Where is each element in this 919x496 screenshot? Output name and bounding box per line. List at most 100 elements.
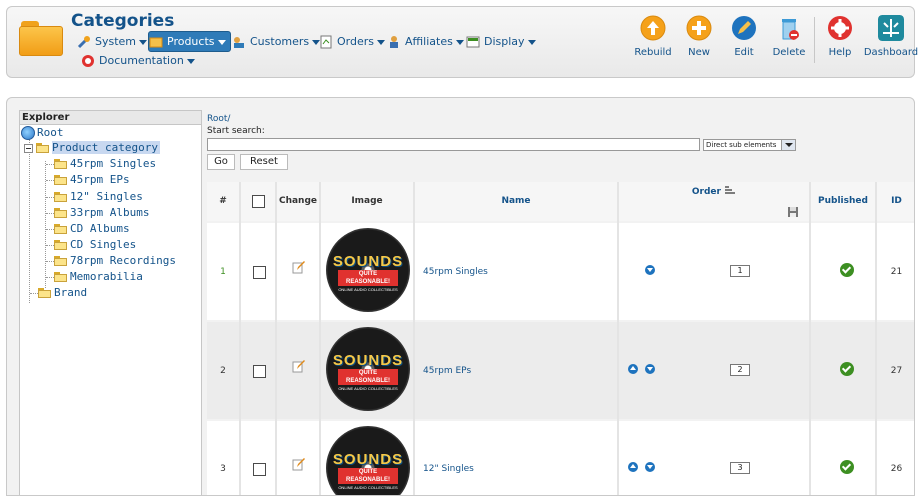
category-image: SOUNDS QUITE REASONABLE! ONLINE AUDIO COLL… [326,228,410,312]
tree-item-12-singles[interactable]: 12" Singles [54,189,143,204]
tree-item-cd-albums[interactable]: CD Albums [54,221,130,236]
breadcrumb[interactable]: Root/ [207,114,230,124]
menu-orders[interactable]: Orders [319,32,385,52]
page-title: Categories [71,11,175,31]
order-input[interactable]: 1 [730,265,750,277]
edit-icon[interactable] [292,457,306,471]
pencil-icon [732,16,756,40]
customers-icon [234,37,244,48]
explorer-title: Explorer [20,111,201,125]
tree-item-brand[interactable]: Brand [38,285,87,300]
menu-products[interactable]: Products [148,31,231,52]
display-icon [466,36,480,48]
explorer-panel: Explorer Root Product category 45rpm Sin… [19,110,202,495]
categories-table: # Change Image Name Order Published ID 1… [207,182,914,495]
folder-icon [54,192,67,202]
tools-icon [77,36,90,49]
affiliates-icon [390,36,398,48]
chevron-down-icon [455,39,464,45]
delete-button[interactable]: Delete [765,13,813,63]
row-number: 2 [220,366,226,376]
category-id: 27 [890,366,903,376]
header-panel: Categories System Products Customers Ord… [6,6,918,78]
tree-item-78rpm-recordings[interactable]: 78rpm Recordings [54,253,176,268]
tree-item-45rpm-eps[interactable]: 45rpm EPs [54,172,130,187]
menu-customers[interactable]: Customers [232,32,321,52]
published-check-icon[interactable] [840,460,854,474]
globe-icon [21,126,35,140]
box-icon [149,37,163,48]
row-checkbox[interactable] [253,365,266,378]
menu-documentation[interactable]: Documentation [81,51,195,71]
col-header-id[interactable]: ID [877,182,914,221]
chevron-down-icon [377,39,385,45]
folder-icon [54,159,67,169]
plus-icon [686,15,712,41]
col-header-order[interactable]: Order [619,182,809,221]
row-checkbox[interactable] [253,266,266,279]
category-image: SOUNDS QUITE REASONABLE! ONLINE AUDIO COLL… [326,327,410,411]
folder-icon [38,288,51,298]
help-button[interactable]: Help [816,13,864,63]
select-all-checkbox[interactable] [252,195,265,208]
category-id: 26 [890,464,903,474]
move-up-icon[interactable] [628,462,638,472]
folder-icon [54,224,67,234]
row-number: 3 [220,464,226,474]
col-header-change: Change [277,182,319,221]
folder-icon [19,17,63,56]
rebuild-icon [640,15,666,41]
scope-select[interactable]: Direct sub elements [703,139,796,151]
chevron-down-icon [217,39,226,45]
toolbar: Rebuild New Edit Delete Help Dashboard [629,13,918,71]
chevron-down-icon [527,39,536,45]
go-button[interactable]: Go [207,154,235,170]
menu-affiliates[interactable]: Affiliates [387,32,464,52]
tree-item-memorabilia[interactable]: Memorabilia [54,269,143,284]
published-check-icon[interactable] [840,362,854,376]
category-name-link[interactable]: 12" Singles [423,464,474,474]
row-checkbox[interactable] [253,463,266,476]
edit-icon[interactable] [292,260,306,274]
sort-icon [725,186,736,194]
col-header-num: # [207,182,239,221]
reset-button[interactable]: Reset [240,154,288,170]
menu-display[interactable]: Display [466,32,536,52]
menu-system[interactable]: System [77,32,148,52]
search-label: Start search: [207,126,265,136]
chevron-down-icon [781,140,795,150]
chevron-down-icon [139,39,148,45]
category-name-link[interactable]: 45rpm EPs [423,366,471,376]
move-down-icon[interactable] [645,364,655,374]
search-input[interactable] [207,138,700,151]
col-header-published[interactable]: Published [811,182,875,221]
folder-icon [54,256,67,266]
tree-item-33rpm-albums[interactable]: 33rpm Albums [54,205,149,220]
collapse-toggle[interactable] [24,144,33,153]
order-input[interactable]: 2 [730,364,750,376]
dashboard-button[interactable]: Dashboard [864,13,918,63]
move-up-icon[interactable] [628,364,638,374]
tree-root[interactable]: Root [21,125,64,140]
tree-product-category[interactable]: Product category [36,140,160,155]
tree-item-45rpm-singles[interactable]: 45rpm Singles [54,156,156,171]
move-down-icon[interactable] [645,462,655,472]
order-input[interactable]: 3 [730,462,750,474]
move-down-icon[interactable] [645,265,655,275]
row-number: 1 [220,267,226,277]
chevron-down-icon [186,58,195,64]
folder-icon [54,272,67,282]
published-check-icon[interactable] [840,263,854,277]
edit-icon[interactable] [292,359,306,373]
folder-icon [54,208,67,218]
dashboard-icon [878,15,904,41]
col-header-name[interactable]: Name [415,182,617,221]
folder-icon [54,240,67,250]
folder-open-icon [36,143,49,153]
rebuild-button[interactable]: Rebuild [629,13,677,63]
category-name-link[interactable]: 45rpm Singles [423,267,488,277]
save-order-icon[interactable] [787,206,799,218]
col-header-select [241,182,275,221]
tree-item-cd-singles[interactable]: CD Singles [54,237,136,252]
main-menu: System Products Customers Orders Affilia… [73,30,553,76]
